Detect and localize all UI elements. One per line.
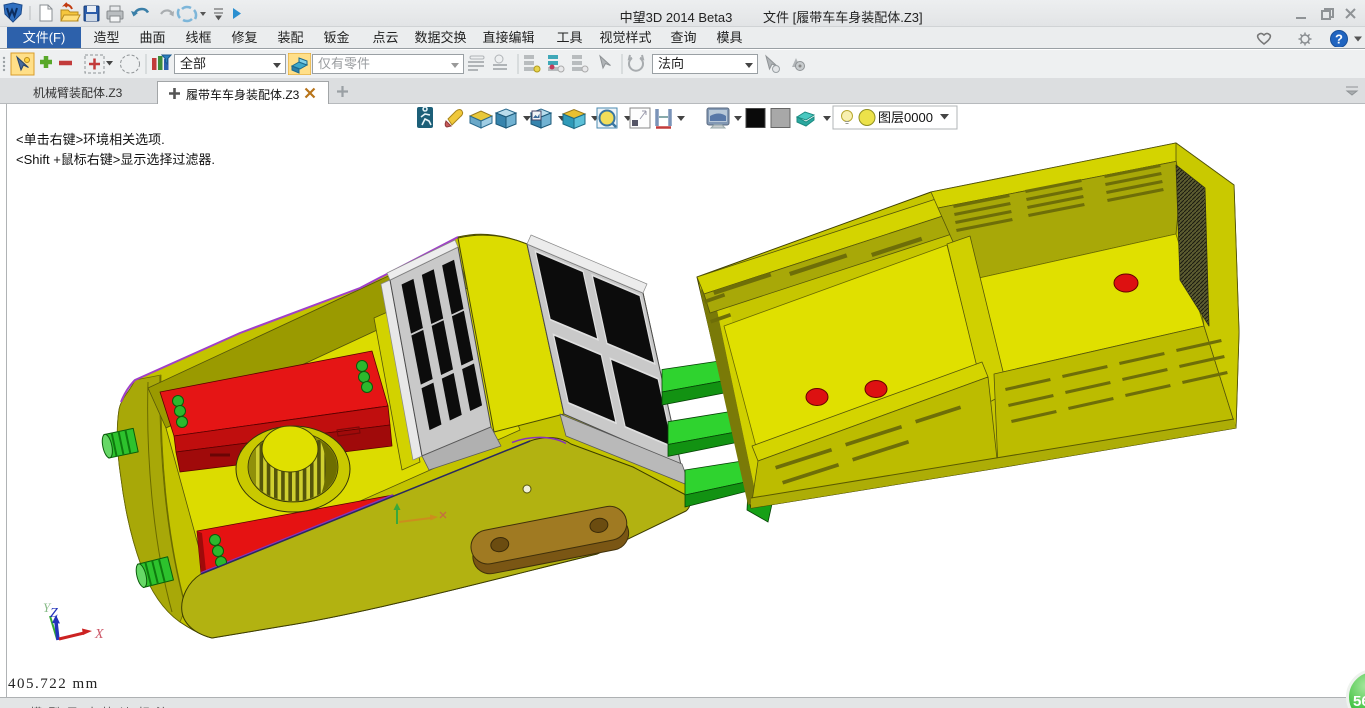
svg-text:X: X xyxy=(94,627,104,642)
svg-text:?: ? xyxy=(1335,32,1343,47)
svg-text:Z: Z xyxy=(50,606,58,621)
